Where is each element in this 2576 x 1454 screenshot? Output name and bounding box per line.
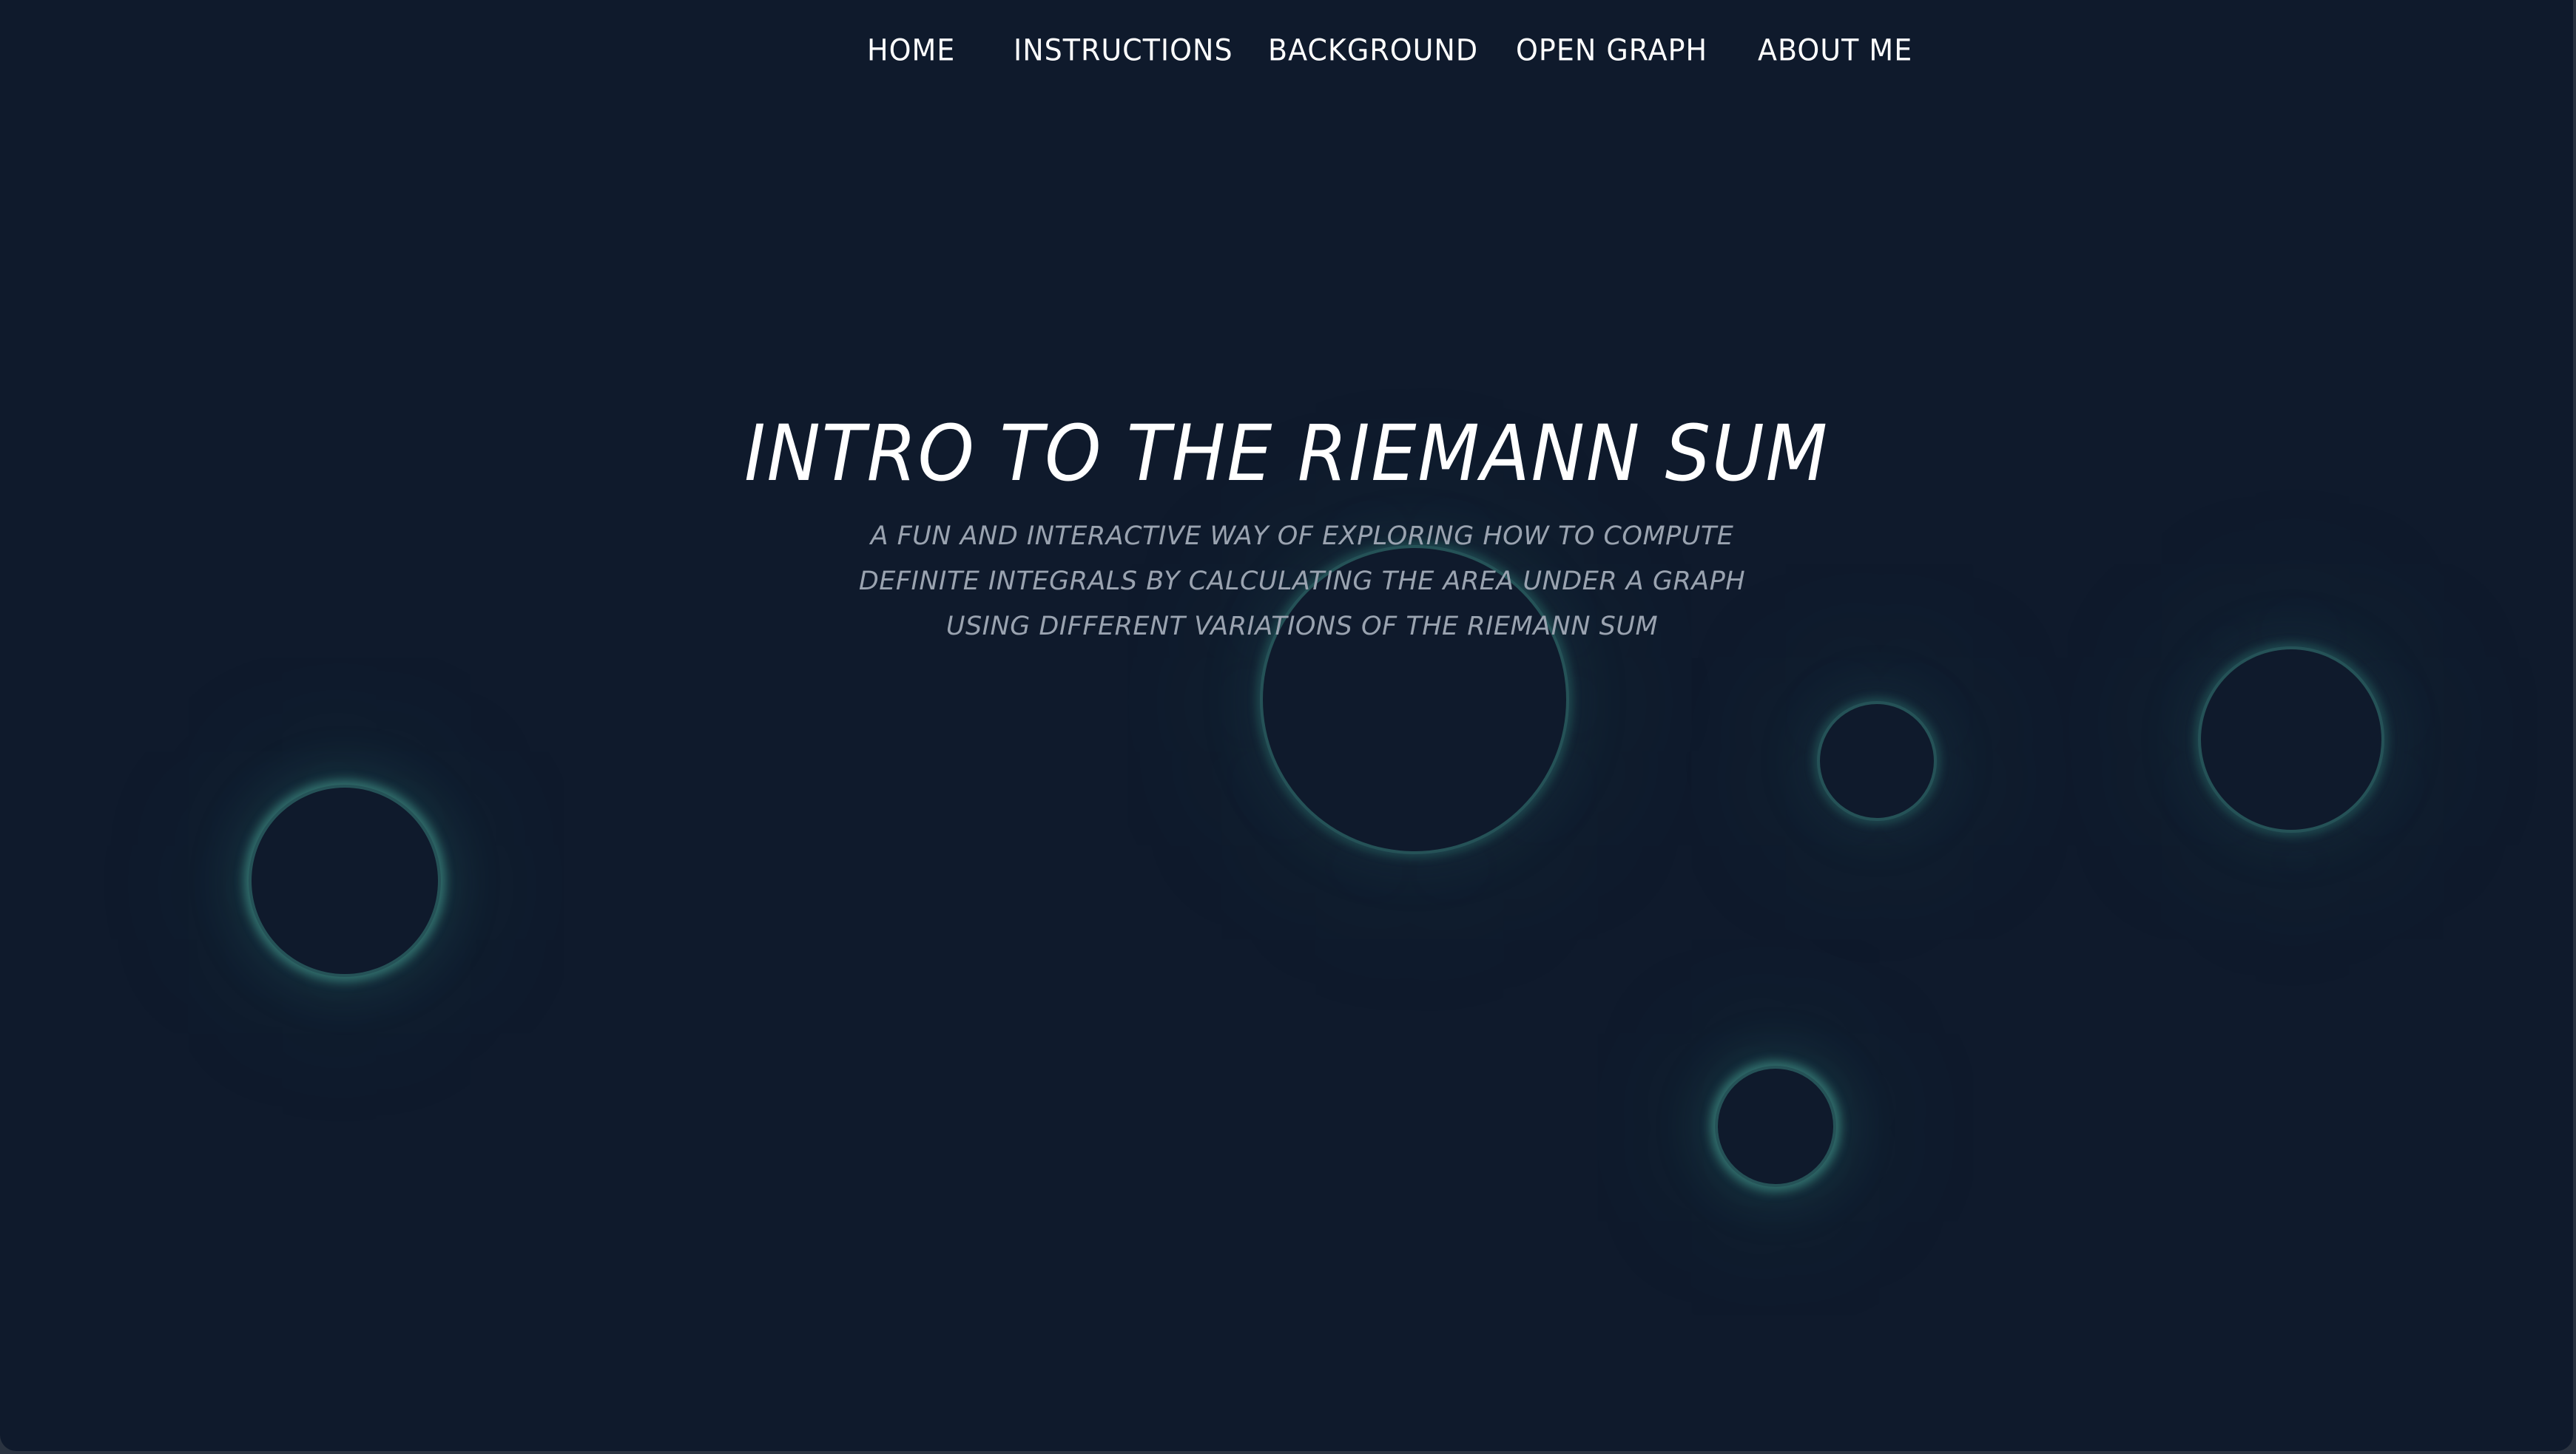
top-nav: HOME INSTRUCTIONS BACKGROUND OPEN GRAPH … bbox=[0, 28, 2573, 72]
page-subtitle: A FUN AND INTERACTIVE WAY OF EXPLORING H… bbox=[858, 521, 1746, 641]
decorative-orb-bottom bbox=[1715, 1066, 1836, 1187]
nav-link-home[interactable]: HOME bbox=[867, 27, 955, 74]
nav-link-about-me[interactable]: ABOUT ME bbox=[1758, 27, 1912, 74]
decorative-orb-right-small bbox=[1817, 701, 1937, 821]
decorative-orb-left bbox=[249, 785, 441, 977]
nav-link-instructions[interactable]: INSTRUCTIONS bbox=[1014, 27, 1233, 74]
nav-link-open-graph[interactable]: OPEN GRAPH bbox=[1516, 27, 1707, 74]
decorative-orb-far-right bbox=[2198, 646, 2384, 833]
page-title: INTRO TO THE RIEMANN SUM bbox=[744, 408, 1829, 498]
nav-link-background[interactable]: BACKGROUND bbox=[1268, 27, 1478, 74]
app-window: HOME INSTRUCTIONS BACKGROUND OPEN GRAPH … bbox=[0, 0, 2573, 1451]
